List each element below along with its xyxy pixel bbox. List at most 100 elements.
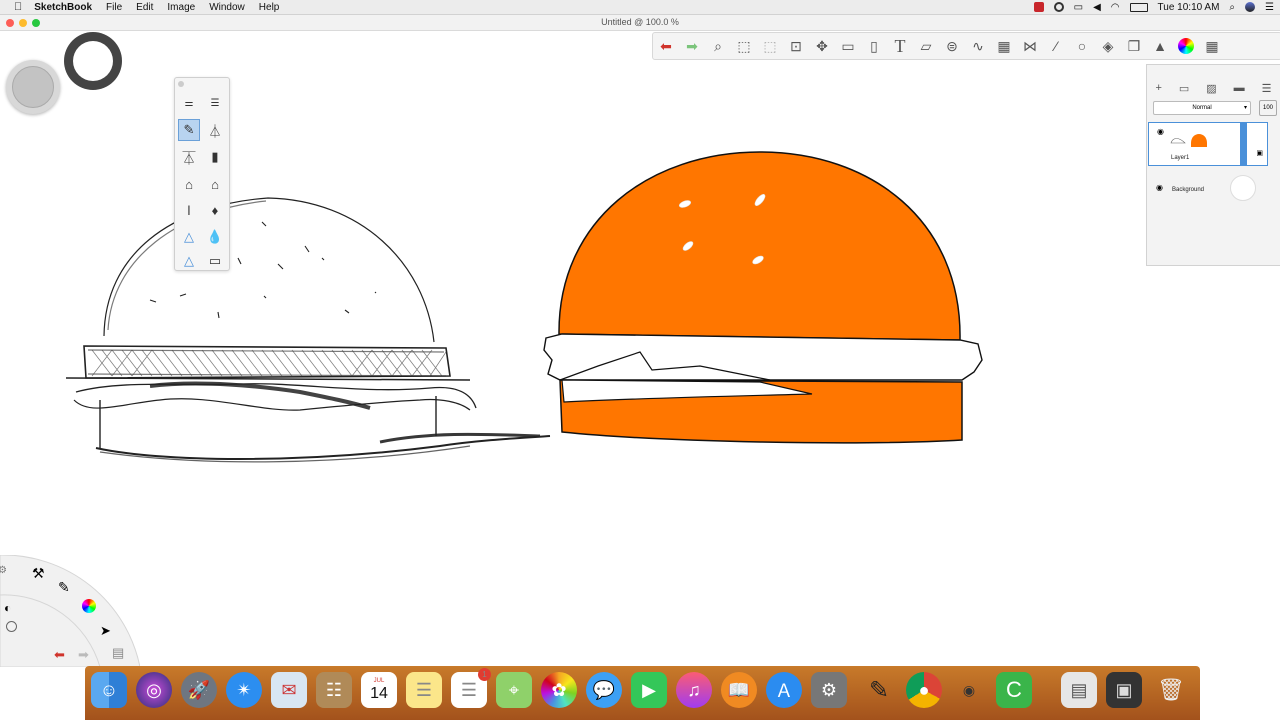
palette-close-button[interactable] — [178, 81, 184, 87]
transform-icon[interactable]: ✥ — [809, 34, 835, 58]
eraser-brush-icon[interactable]: ▭ — [204, 250, 226, 272]
eye-icon[interactable]: ◉ — [1157, 127, 1164, 136]
menu-edit[interactable]: Edit — [136, 2, 153, 13]
ballpoint-brush-icon[interactable]: ⏃ — [204, 119, 226, 141]
radio-icon[interactable] — [6, 621, 17, 632]
eye-icon[interactable]: ◉ — [1156, 183, 1163, 192]
finder-icon[interactable]: ☺ — [91, 672, 127, 708]
maps-icon[interactable]: ⌖ — [496, 672, 532, 708]
layer-stack-icon[interactable]: ▤ — [112, 645, 124, 661]
menu-help[interactable]: Help — [259, 2, 280, 13]
fill-icon[interactable]: ▯ — [861, 34, 887, 58]
merge-layer-icon[interactable]: ▬ — [1234, 82, 1245, 94]
battery-icon[interactable] — [1129, 2, 1148, 12]
status-red-icon[interactable] — [1033, 2, 1044, 12]
marker-brush-icon[interactable]: ⏄ — [178, 146, 200, 168]
mail-icon[interactable]: ✉ — [271, 672, 307, 708]
fountain-pen-icon[interactable]: ♦ — [204, 199, 226, 221]
notification-center-icon[interactable]: ☰ — [1265, 2, 1274, 13]
select-rect-icon[interactable]: ⬚ — [731, 34, 757, 58]
notes-icon[interactable]: ☰ — [406, 672, 442, 708]
background-color-swatch[interactable] — [1230, 175, 1256, 201]
document-icon[interactable]: ▤ — [1061, 672, 1097, 708]
sketchbook-dock-icon[interactable]: ✎ — [861, 672, 897, 708]
creative-cloud-icon[interactable] — [1053, 2, 1064, 12]
brush-list-icon[interactable]: ☰ — [204, 92, 226, 114]
grid-icon[interactable]: ▦ — [1199, 34, 1225, 58]
app-store-icon[interactable]: Ａ — [766, 672, 802, 708]
screen-capture-icon[interactable]: ▣ — [1106, 672, 1142, 708]
spotlight-icon[interactable]: ⌕ — [1229, 2, 1235, 13]
launchpad-icon[interactable]: 🚀 — [181, 672, 217, 708]
trash-icon[interactable]: 🗑 — [1153, 672, 1189, 708]
messages-icon[interactable]: 💬 — [586, 672, 622, 708]
camtasia-icon[interactable]: C — [996, 672, 1032, 708]
zoom-icon[interactable]: ⌕ — [705, 34, 731, 58]
system-preferences-icon[interactable]: ⚙ — [811, 672, 847, 708]
water-brush-icon[interactable]: 💧 — [204, 226, 226, 248]
pencil-tool-icon[interactable]: ✎ — [58, 579, 70, 596]
brush-library-icon[interactable]: ▲ — [1147, 34, 1173, 58]
select-arrow-icon[interactable]: ➤ — [100, 623, 111, 639]
copy-icon[interactable]: ❐ — [1121, 34, 1147, 58]
itunes-icon[interactable]: ♫ — [676, 672, 712, 708]
siri-dock-icon[interactable]: ◎ — [136, 672, 172, 708]
apple-icon[interactable]:  — [14, 1, 22, 13]
ruler-icon[interactable]: ▱ — [913, 34, 939, 58]
wifi-icon[interactable]: ◠ — [1111, 2, 1120, 13]
chisel-brush-icon[interactable]: ▮ — [204, 146, 226, 168]
siri-icon[interactable] — [1245, 2, 1256, 12]
crop-icon[interactable]: ⊡ — [783, 34, 809, 58]
menu-file[interactable]: File — [106, 2, 122, 13]
brush-settings-icon[interactable]: ⚌ — [178, 92, 200, 114]
add-layer-icon[interactable]: + — [1155, 82, 1161, 94]
add-group-icon[interactable]: ▭ — [1179, 82, 1189, 95]
perspective-icon[interactable]: ▦ — [991, 34, 1017, 58]
brush-size-puck[interactable] — [64, 32, 122, 90]
ibooks-icon[interactable]: 📖 — [721, 672, 757, 708]
symmetry-icon[interactable]: ⋈ — [1017, 34, 1043, 58]
stroke-icon[interactable]: ⁄ — [1043, 34, 1069, 58]
clock[interactable]: Tue 10:10 AM — [1158, 2, 1220, 13]
photos-icon[interactable]: ✿ — [541, 672, 577, 708]
layer-row-background[interactable]: ◉ Background — [1148, 167, 1266, 207]
menu-image[interactable]: Image — [167, 2, 195, 13]
fine-pen-icon[interactable]: ǀ — [178, 199, 200, 221]
color-wheel-icon[interactable] — [1173, 34, 1199, 58]
select-lasso-icon[interactable]: ⬚ — [757, 34, 783, 58]
ellipse-icon[interactable]: ○ — [1069, 34, 1095, 58]
pencil-brush-icon[interactable]: ✎ — [178, 119, 200, 141]
menu-window[interactable]: Window — [209, 2, 245, 13]
menu-app-name[interactable]: SketchBook — [34, 2, 92, 13]
ink-pen-icon[interactable]: ⌂ — [178, 173, 200, 195]
layer-menu-icon[interactable]: ☰ — [1262, 82, 1272, 95]
obs-icon[interactable]: ◉ — [951, 672, 987, 708]
felt-tip-icon[interactable]: ⌂ — [204, 173, 226, 195]
lagoon-redo-icon[interactable]: ➡ — [78, 647, 89, 663]
lagoon-color-wheel-icon[interactable] — [82, 599, 96, 613]
undo-icon[interactable]: ⬅ — [653, 34, 679, 58]
layer-opacity-slider[interactable] — [1240, 123, 1247, 165]
opacity-control[interactable]: 100 — [1259, 100, 1277, 116]
curve-icon[interactable]: ∿ — [965, 34, 991, 58]
settings-icon[interactable]: ⚙ — [0, 565, 7, 576]
shape-icon[interactable]: ◈ — [1095, 34, 1121, 58]
lock-icon[interactable]: ▣ — [1256, 149, 1263, 157]
text-icon[interactable]: T — [887, 34, 913, 58]
ellipse-guide-icon[interactable]: ⊜ — [939, 34, 965, 58]
safari-icon[interactable]: ✴ — [226, 672, 262, 708]
layer-row-layer1[interactable]: ◉ Layer1 ▣ — [1148, 122, 1268, 166]
brush-slot-icon[interactable]: ◐ — [4, 601, 11, 615]
reminders-icon[interactable]: ☰ 1 — [451, 668, 491, 708]
lagoon-undo-icon[interactable]: ⬅ — [54, 647, 65, 663]
blend-mode-select[interactable]: Normal ▾ — [1153, 101, 1251, 115]
contacts-icon[interactable]: ☷ — [316, 672, 352, 708]
facetime-icon[interactable]: ▶ — [631, 672, 667, 708]
volume-icon[interactable]: ◀ — [1093, 2, 1101, 13]
brush-tool-icon[interactable]: ⚒ — [32, 565, 45, 582]
distort-icon[interactable]: ▭ — [835, 34, 861, 58]
color-puck[interactable] — [6, 60, 60, 114]
add-image-icon[interactable]: ▨ — [1206, 82, 1216, 95]
chrome-icon[interactable]: ● — [906, 672, 942, 708]
airplay-icon[interactable]: ▭ — [1074, 2, 1083, 13]
